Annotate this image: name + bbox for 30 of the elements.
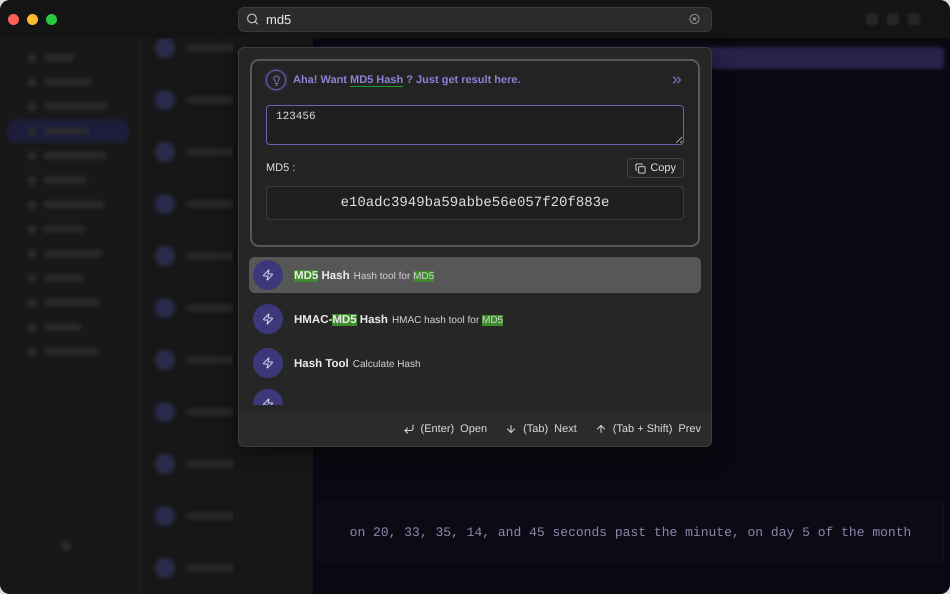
tool-link[interactable]: MD5 Hash <box>350 74 404 87</box>
clear-icon[interactable] <box>689 14 700 24</box>
output-label: MD5 : <box>266 162 296 174</box>
zoom-window-icon[interactable] <box>46 14 57 24</box>
arrow-down-icon <box>505 422 518 434</box>
output-field[interactable]: e10adc3949ba59abbe56e057f20f883e <box>266 186 684 220</box>
lightning-icon <box>253 260 283 290</box>
search-icon <box>246 12 259 26</box>
result-item[interactable]: Hash Tool Calculate Hash <box>249 345 701 381</box>
search-field[interactable]: md5 <box>238 6 712 32</box>
shortcut-key: (Tab + Shift) <box>612 422 672 434</box>
shortcut-action: Prev <box>678 422 701 434</box>
schedule-description: on 20, 33, 35, 14, and 45 seconds past the minute, on day 5 of the month <box>350 524 912 540</box>
lightbulb-icon <box>266 70 286 90</box>
copy-button[interactable]: Copy <box>627 158 684 178</box>
lightning-icon <box>253 348 283 378</box>
shortcut-key: (Enter) <box>420 422 454 434</box>
result-item[interactable]: MD5 Hash Hash tool for MD5 <box>249 257 701 293</box>
arrow-up-icon <box>594 422 607 434</box>
shortcut-key: (Tab) <box>523 422 548 434</box>
minimize-window-icon[interactable] <box>27 14 38 24</box>
copy-icon <box>635 162 646 174</box>
lightning-icon <box>253 304 283 334</box>
input-field[interactable]: 123456 <box>266 105 684 145</box>
return-icon <box>402 422 415 434</box>
close-window-icon[interactable] <box>8 14 19 24</box>
shortcut-action: Next <box>554 422 577 434</box>
shortcut-action: Open <box>460 422 488 434</box>
result-item[interactable]: HMAC-MD5 Hash HMAC hash tool for MD5 <box>249 301 701 337</box>
hint-text: Aha! Want MD5 Hash ? Just get result here. <box>293 74 522 86</box>
